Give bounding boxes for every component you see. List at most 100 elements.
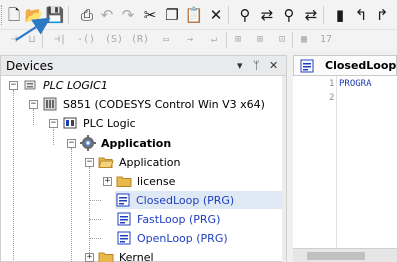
tree-guide-line <box>89 238 101 239</box>
collapse-toggle-icon[interactable]: − <box>67 138 76 148</box>
line-number: 2 <box>329 93 335 103</box>
insert-contact-button[interactable]: ⊣ <box>4 31 24 49</box>
tree-guide-line <box>13 90 14 260</box>
program-icon <box>116 211 132 227</box>
tree-item-label: FastLoop (PRG) <box>137 212 221 226</box>
insert-network-below-button[interactable]: ⊞ <box>250 31 270 49</box>
ladder-neg-contact-icon: ⊣| <box>53 34 67 45</box>
program-icon <box>299 58 315 74</box>
print-button[interactable]: ⎙ <box>77 5 97 25</box>
tree-item-label: S851 (CODESYS Control Win V3 x64) <box>63 97 265 111</box>
insert-network-button[interactable]: ⊞ <box>228 31 248 49</box>
save-project-button[interactable]: 💾 <box>45 5 65 25</box>
collapse-toggle-icon[interactable]: − <box>49 118 58 128</box>
insert-coil-button[interactable]: -() <box>76 31 96 49</box>
redo-button[interactable]: ↷ <box>118 5 138 25</box>
tree-item-kernel[interactable]: + Kernel <box>85 248 154 262</box>
folder-open-icon <box>98 154 114 170</box>
step-button[interactable]: ⊡ <box>272 31 292 49</box>
program-icon <box>115 192 131 208</box>
paste-icon: 📋 <box>184 5 204 24</box>
code-editor[interactable]: 1 2 PROGRA <box>293 75 397 262</box>
dropdown-arrow-icon[interactable]: ▾ <box>237 59 243 72</box>
view-17-button[interactable]: 17 <box>316 31 336 49</box>
bookmark-icon: ▮ <box>335 5 345 24</box>
code-line[interactable]: PROGRA <box>339 79 372 89</box>
insert-box-button[interactable]: ▭ <box>156 31 176 49</box>
copy-button[interactable]: ❐ <box>162 5 182 25</box>
new-file-button[interactable]: 🗋 <box>4 5 24 25</box>
tree-guide-line <box>89 219 101 220</box>
insert-jump-button[interactable]: → <box>180 31 200 49</box>
tree-item-application[interactable]: − Application <box>67 134 171 152</box>
insert-reset-coil-button[interactable]: (R) <box>130 31 150 49</box>
horizontal-scrollbar[interactable] <box>293 248 397 262</box>
replace-in-project-button[interactable]: ⇄ <box>301 5 321 25</box>
collapse-toggle-icon[interactable]: − <box>29 99 38 109</box>
vertical-scrollbar[interactable] <box>282 76 286 262</box>
insert-parallel-button[interactable]: ⊔ <box>22 31 42 49</box>
plc-device-icon <box>42 96 58 112</box>
plc-logic-icon <box>62 115 78 131</box>
expand-toggle-icon[interactable]: + <box>103 176 112 186</box>
replace-icon: ⇄ <box>260 5 274 24</box>
tree-item-label: Application <box>119 155 181 169</box>
redo-icon: ↷ <box>121 5 135 24</box>
bookmark-button[interactable]: ▮ <box>330 5 350 25</box>
open-project-button[interactable]: 📂 <box>24 5 44 25</box>
close-icon[interactable]: ✕ <box>269 59 278 72</box>
ladder-toolbar: ⊣ ⊔ ⊣| -() (S) (R) ▭ → ↵ ⊞ ⊞ ⊡ ▦ 17 <box>0 30 397 51</box>
replace-icon: ⇄ <box>304 5 318 24</box>
insert-set-coil-button[interactable]: (S) <box>104 31 124 49</box>
editor-tab-closedloop[interactable]: ClosedLoop <box>293 55 397 75</box>
tree-item-project[interactable]: − PLC LOGIC1 <box>9 76 108 94</box>
tree-guide-line <box>53 129 54 145</box>
replace-button[interactable]: ⇄ <box>257 5 277 25</box>
tree-item-fastloop[interactable]: FastLoop (PRG) <box>103 210 220 228</box>
find-button[interactable]: ⚲ <box>235 5 255 25</box>
grid-button[interactable]: ▦ <box>294 31 314 49</box>
collapse-toggle-icon[interactable]: − <box>9 80 18 90</box>
tree-item-application-folder[interactable]: − Application <box>85 153 180 171</box>
pin-icon[interactable]: ᛘ <box>253 59 260 72</box>
calendar-17-icon: 17 <box>319 34 333 45</box>
devices-panel: Devices ▾ ᛘ ✕ − PLC LOGIC1− S851 (CODESYS … <box>0 55 287 262</box>
tree-guide-line <box>71 148 72 262</box>
copy-icon: ❐ <box>165 5 179 24</box>
tree-item-label: Kernel <box>119 250 154 262</box>
paste-button[interactable]: 📋 <box>184 5 204 25</box>
scrollbar-thumb[interactable] <box>307 252 365 260</box>
toolbar-separator <box>226 32 227 48</box>
new-file-icon: 🗋 <box>7 5 21 24</box>
undo-button[interactable]: ↶ <box>97 5 117 25</box>
tree-item-closedloop[interactable]: ClosedLoop (PRG) <box>115 191 284 209</box>
editor-tab-label: ClosedLoop <box>325 59 397 72</box>
delete-button[interactable]: ✕ <box>206 5 226 25</box>
insert-return-button[interactable]: ↵ <box>204 31 224 49</box>
tree-guide-line <box>89 167 90 255</box>
tree-item-label: license <box>137 174 176 188</box>
tree-item-plc-logic[interactable]: − PLC Logic <box>49 114 136 132</box>
devices-panel-header: Devices ▾ ᛘ ✕ <box>1 56 286 76</box>
collapse-toggle-icon[interactable]: − <box>85 157 94 167</box>
network-icon: ⊞ <box>234 34 242 45</box>
devices-panel-title: Devices <box>6 59 54 73</box>
project-icon <box>22 77 38 93</box>
insert-negated-contact-button[interactable]: ⊣| <box>50 31 70 49</box>
toolbar-separator <box>292 32 293 48</box>
printer-icon: ⎙ <box>80 5 93 24</box>
find-in-project-button[interactable]: ⚲ <box>279 5 299 25</box>
next-bookmark-button[interactable]: ↱ <box>372 5 392 25</box>
prev-bookmark-button[interactable]: ↰ <box>351 5 371 25</box>
tree-item-device[interactable]: − S851 (CODESYS Control Win V3 x64) <box>29 95 265 113</box>
ladder-coil-icon: -() <box>76 34 96 45</box>
toolbar-separator <box>323 6 324 24</box>
tree-item-label: PLC LOGIC1 <box>43 78 108 92</box>
tree-item-label: PLC Logic <box>83 116 136 130</box>
tree-item-license[interactable]: + license <box>103 172 175 190</box>
ladder-parallel-icon: ⊔ <box>28 34 36 45</box>
tree-item-openloop[interactable]: OpenLoop (PRG) <box>103 229 228 247</box>
ladder-reset-coil-icon: (R) <box>130 34 150 45</box>
undo-icon: ↶ <box>100 5 114 24</box>
cut-button[interactable]: ✂ <box>140 5 160 25</box>
